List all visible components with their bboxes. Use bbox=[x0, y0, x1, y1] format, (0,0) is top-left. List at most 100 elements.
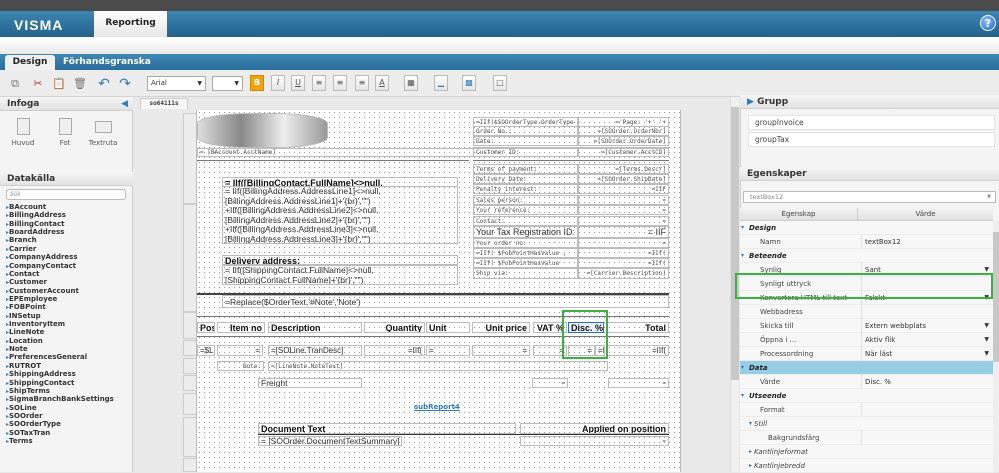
band-marker[interactable] bbox=[183, 458, 196, 472]
size-objects-icon[interactable]: ▩ bbox=[462, 75, 476, 91]
chevron-down-icon[interactable]: ▼ bbox=[984, 347, 989, 361]
note-label-field[interactable]: Note: bbox=[217, 361, 264, 371]
property-row-värde[interactable]: Värde Disc. % bbox=[740, 375, 993, 389]
insert-textbox-item[interactable]: Textruta bbox=[86, 118, 120, 147]
property-row-skicka-till[interactable]: Skicka till Extern webbplats ▼ bbox=[740, 319, 993, 333]
borders-icon[interactable]: ▦ bbox=[404, 75, 418, 91]
detail-field[interactable]: = bbox=[426, 345, 470, 356]
info-value-field[interactable]: =IIF bbox=[578, 184, 669, 194]
property-value[interactable] bbox=[861, 403, 865, 417]
info-label-field[interactable]: Ship via: bbox=[473, 268, 578, 279]
property-row-design[interactable]: ▾ Design bbox=[740, 221, 993, 235]
band-marker[interactable] bbox=[183, 375, 196, 391]
document-text-header[interactable]: Document Text bbox=[258, 423, 516, 434]
module-tab-reporting[interactable]: Reporting bbox=[94, 11, 167, 37]
column-header-pos[interactable]: Pos bbox=[197, 322, 215, 333]
column-header-unit[interactable]: Unit bbox=[426, 322, 470, 333]
chevron-down-icon[interactable]: ▼ bbox=[984, 333, 989, 347]
freight-label[interactable]: Freight bbox=[258, 378, 362, 388]
tree-item-location[interactable]: Location bbox=[6, 337, 131, 345]
info-value-field[interactable]: = IIF bbox=[578, 226, 669, 238]
delivery-address-title[interactable]: Delivery address: bbox=[222, 255, 458, 265]
property-value[interactable]: Disc. % bbox=[861, 375, 891, 389]
property-value[interactable]: Extern webbplats bbox=[861, 319, 926, 333]
info-value-field[interactable]: = bbox=[578, 216, 669, 226]
property-row-data[interactable]: ▾ Data bbox=[740, 361, 993, 375]
property-row-still[interactable]: ▾ Still bbox=[740, 417, 993, 431]
properties-scrollbar-thumb[interactable] bbox=[993, 232, 999, 362]
detail-field[interactable]: = bbox=[472, 345, 530, 356]
tree-item-billingaddress[interactable]: BillingAddress bbox=[6, 211, 131, 219]
property-row-webbadress[interactable]: Webbadress bbox=[740, 305, 993, 319]
tree-item-terms[interactable]: Terms bbox=[6, 437, 131, 445]
info-value-field[interactable]: =[Customer.AcctCD] bbox=[578, 147, 669, 157]
expander-icon[interactable]: ▾ bbox=[741, 389, 744, 403]
column-header-total[interactable]: Total bbox=[606, 322, 669, 333]
info-value-field[interactable]: =IIf( bbox=[578, 248, 669, 258]
tree-item-preferencesgeneral[interactable]: PreferencesGeneral bbox=[6, 353, 131, 361]
tree-item-boardaddress[interactable]: BoardAddress bbox=[6, 228, 131, 236]
insert-header-item[interactable]: Huvud bbox=[6, 118, 40, 147]
info-label-field[interactable]: Your order no: bbox=[473, 238, 578, 248]
tab-design[interactable]: Design bbox=[5, 55, 55, 70]
info-label-field[interactable]: Contact: bbox=[473, 216, 578, 226]
font-color-button[interactable]: A bbox=[375, 75, 389, 91]
cut-icon[interactable]: ✂ bbox=[31, 77, 45, 91]
detail-field[interactable]: =IIf( bbox=[606, 345, 669, 356]
undo-icon[interactable]: ↶ bbox=[97, 77, 111, 91]
tab-preview[interactable]: Förhandsgranska bbox=[63, 55, 151, 70]
tree-item-soordertype[interactable]: SOOrderType bbox=[6, 420, 131, 428]
expander-icon[interactable]: ▸ bbox=[749, 459, 752, 473]
align-center-icon[interactable]: ≡ bbox=[333, 75, 347, 91]
property-value[interactable]: textBox12 bbox=[861, 235, 901, 249]
tree-item-branch[interactable]: Branch bbox=[6, 236, 131, 244]
property-row-format[interactable]: Format bbox=[740, 403, 993, 417]
underline-button[interactable]: U bbox=[291, 75, 305, 91]
band-marker[interactable] bbox=[183, 358, 196, 374]
billing-address-field[interactable]: = IIf([BillingAddress.AddressLine1]<>nul… bbox=[222, 186, 458, 244]
property-row-kantlinjebredd[interactable]: ▸ Kantlinjebredd bbox=[740, 459, 993, 473]
tree-item-contact[interactable]: Contact bbox=[6, 270, 131, 278]
expander-icon[interactable]: ▸ bbox=[749, 445, 752, 459]
italic-button[interactable]: I bbox=[271, 75, 285, 91]
group-item[interactable]: groupTax bbox=[748, 132, 995, 147]
column-header-item-no[interactable]: Item no bbox=[217, 322, 265, 333]
property-row-kantlinjeformat[interactable]: ▸ Kantlinjeformat bbox=[740, 445, 993, 459]
tree-item-carrier[interactable]: Carrier bbox=[6, 245, 131, 253]
info-value-field[interactable]: =[Terms.Descr] bbox=[578, 164, 669, 174]
tree-item-inventoryitem[interactable]: InventoryItem bbox=[6, 320, 131, 328]
insert-footer-item[interactable]: Fot bbox=[48, 118, 82, 147]
info-label-field[interactable]: Your Tax Registration ID: bbox=[473, 226, 578, 238]
chevron-down-icon[interactable]: ▼ bbox=[984, 319, 989, 333]
info-value-field[interactable]: =[SOOrder.ShipDate] bbox=[578, 174, 669, 184]
info-value-field[interactable]: = bbox=[578, 195, 669, 205]
tree-item-shippingaddress[interactable]: ShippingAddress bbox=[6, 370, 131, 378]
tree-item-epemployee[interactable]: EPEmployee bbox=[6, 295, 131, 303]
note-text-field[interactable]: =[LineNote.NoteText] bbox=[268, 361, 608, 371]
align-right-icon[interactable]: ≡ bbox=[355, 75, 369, 91]
band-marker[interactable] bbox=[183, 312, 196, 339]
tree-item-insetup[interactable]: INSetup bbox=[6, 312, 131, 320]
info-value-field[interactable]: = bbox=[578, 238, 669, 248]
detail-field[interactable]: =$Li bbox=[197, 345, 215, 356]
group-item[interactable]: groupInvoice bbox=[748, 115, 995, 130]
info-label-field[interactable]: Your reference: bbox=[473, 205, 578, 215]
band-marker[interactable] bbox=[183, 393, 196, 415]
logo-image-placeholder[interactable] bbox=[197, 113, 328, 148]
crop-icon[interactable]: □ bbox=[493, 75, 507, 91]
copy-icon[interactable]: ⧉ bbox=[8, 77, 22, 91]
property-row-beteende[interactable]: ▾ Beteende bbox=[740, 249, 993, 263]
expander-icon[interactable]: ▾ bbox=[741, 221, 744, 235]
expander-icon[interactable]: ▾ bbox=[741, 249, 744, 263]
tree-item-fobpoint[interactable]: FOBPoint bbox=[6, 303, 131, 311]
property-row-bakgrundsfärg[interactable]: Bakgrundsfärg bbox=[740, 431, 993, 445]
detail-field[interactable]: = bbox=[217, 345, 263, 356]
property-value[interactable]: Aktiv flik bbox=[861, 333, 895, 347]
object-select[interactable]: textBox12 ▼ bbox=[743, 191, 996, 203]
designer-scrollbar-thumb[interactable] bbox=[731, 107, 739, 380]
tree-item-companycontact[interactable]: CompanyContact bbox=[6, 262, 131, 270]
property-value[interactable]: När läst bbox=[861, 347, 892, 361]
column-header-unit-price[interactable]: Unit price bbox=[472, 322, 530, 333]
bold-button[interactable]: B bbox=[250, 75, 264, 91]
info-value-field[interactable]: = bbox=[578, 205, 669, 215]
